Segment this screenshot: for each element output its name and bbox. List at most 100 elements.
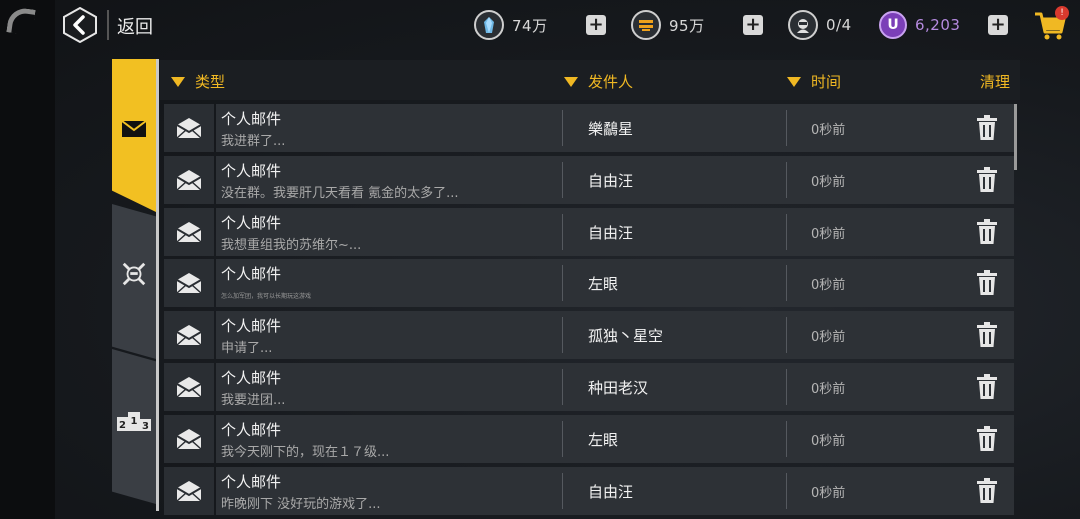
- tab-battle[interactable]: [112, 204, 156, 359]
- mail-row-body[interactable]: 个人邮件 申请了... 孤独丶星空 0秒前: [216, 311, 1014, 360]
- mail-row[interactable]: 个人邮件 昨晚刚下 没好玩的游戏了... 自由汪 0秒前: [164, 466, 1014, 515]
- delete-mail-button[interactable]: [976, 166, 998, 193]
- cart-badge: !: [1055, 6, 1069, 20]
- open-envelope-icon: [164, 363, 214, 411]
- podium-third: 3: [142, 421, 149, 432]
- sender-column-label: 发件人: [588, 73, 634, 91]
- gold-icon: [631, 10, 661, 40]
- time-column-label: 时间: [811, 73, 842, 91]
- delete-mail-button[interactable]: [976, 322, 998, 348]
- tab-divider: [156, 59, 159, 511]
- mail-row-body[interactable]: 个人邮件 我想重组我的苏维尔~... 自由汪 0秒前: [216, 207, 1014, 256]
- mail-title: 个人邮件: [221, 161, 282, 180]
- trash-icon: [976, 477, 998, 508]
- signal-arc-icon: [6, 6, 36, 36]
- open-envelope-icon: [164, 207, 214, 256]
- sort-arrow-icon: [171, 76, 185, 87]
- crystal-counter: 74万: [474, 9, 548, 41]
- mail-row-body[interactable]: 个人邮件怎么加军团，我可以长期玩这游戏 左眼 0秒前: [216, 259, 1014, 308]
- back-label[interactable]: 返回: [117, 13, 153, 39]
- type-column-label: 类型: [195, 73, 226, 91]
- add-gold-button[interactable]: +: [743, 15, 763, 35]
- mail-row-body[interactable]: 个人邮件 我要进团... 种田老汉 0秒前: [216, 363, 1014, 411]
- crystal-value: 74万: [512, 16, 548, 35]
- mail-screen: 返回 74万 + 95万 + 0/4 U 6,203 + ! 2 1 3 类型 …: [0, 0, 1080, 519]
- mail-row[interactable]: 个人邮件 没在群。我要肝几天看看 氪金的太多了... 自由汪 0秒前: [164, 155, 1014, 204]
- crystal-icon: [474, 10, 504, 40]
- trash-icon: [976, 270, 998, 300]
- column-separator: [786, 317, 787, 354]
- column-separator: [562, 369, 563, 405]
- mail-time: 0秒前: [811, 278, 846, 294]
- mail-sender: 种田老汉: [588, 379, 649, 397]
- mail-sender: 自由汪: [588, 223, 634, 242]
- delete-mail-button[interactable]: [976, 374, 998, 400]
- gold-value: 95万: [669, 16, 705, 35]
- mail-row-body[interactable]: 个人邮件 我进群了... 樂鷸星 0秒前: [216, 104, 1014, 152]
- mail-title: 个人邮件: [221, 472, 282, 491]
- pilot-icon: [788, 10, 818, 40]
- mail-time: 0秒前: [811, 485, 846, 501]
- column-separator: [562, 265, 563, 302]
- pilot-value: 0/4: [826, 16, 852, 34]
- mail-row-body[interactable]: 个人邮件 没在群。我要肝几天看看 氪金的太多了... 自由汪 0秒前: [216, 155, 1014, 204]
- mail-row[interactable]: 个人邮件怎么加军团，我可以长期玩这游戏 左眼 0秒前: [164, 259, 1014, 308]
- delete-mail-button[interactable]: [976, 477, 998, 504]
- delete-mail-button[interactable]: [976, 115, 998, 141]
- mail-preview: 申请了...: [221, 341, 273, 357]
- sort-by-time[interactable]: 时间: [787, 71, 841, 92]
- mail-title: 个人邮件: [221, 317, 282, 336]
- column-separator: [786, 265, 787, 302]
- sort-arrow-icon: [564, 76, 578, 87]
- mail-title: 个人邮件: [221, 265, 282, 284]
- mail-time: 0秒前: [811, 226, 846, 242]
- mail-preview: 我今天刚下的，现在１７级...: [221, 444, 390, 460]
- open-envelope-icon: [164, 466, 214, 515]
- delete-mail-button[interactable]: [976, 218, 998, 245]
- mail-preview: 怎么加军团，我可以长期玩这游戏: [221, 293, 312, 301]
- tab-ranking[interactable]: 2 1 3: [112, 349, 156, 504]
- mail-preview: 我进群了...: [221, 134, 286, 149]
- mail-row-body[interactable]: 个人邮件 昨晚刚下 没好玩的游戏了... 自由汪 0秒前: [216, 466, 1014, 515]
- column-separator: [786, 472, 787, 509]
- mail-sender: 左眼: [588, 275, 619, 294]
- column-separator: [562, 317, 563, 354]
- u-coin-value: 6,203: [915, 16, 961, 34]
- delete-mail-button[interactable]: [976, 425, 998, 452]
- mail-row[interactable]: 个人邮件 我今天刚下的，现在１７级... 左眼 0秒前: [164, 414, 1014, 463]
- mail-title: 个人邮件: [221, 213, 282, 232]
- mail-time: 0秒前: [811, 330, 846, 346]
- envelope-icon: [120, 115, 148, 143]
- open-envelope-icon: [164, 104, 214, 152]
- mail-row-body[interactable]: 个人邮件 我今天刚下的，现在１７级... 左眼 0秒前: [216, 414, 1014, 463]
- pilot-counter: 0/4: [788, 9, 852, 41]
- tab-mail[interactable]: [112, 59, 156, 212]
- column-separator: [786, 213, 787, 250]
- column-separator: [786, 110, 787, 146]
- mail-title: 个人邮件: [221, 420, 282, 439]
- open-envelope-icon: [164, 155, 214, 204]
- mail-row[interactable]: 个人邮件 我要进团... 种田老汉 0秒前: [164, 363, 1014, 411]
- scrollbar[interactable]: [1014, 104, 1017, 170]
- add-u-coin-button[interactable]: +: [988, 15, 1008, 35]
- sort-arrow-icon: [787, 76, 801, 87]
- clear-button[interactable]: 清理: [980, 71, 1010, 92]
- mail-row[interactable]: 个人邮件 我进群了... 樂鷸星 0秒前: [164, 104, 1014, 152]
- mail-row[interactable]: 个人邮件 申请了... 孤独丶星空 0秒前: [164, 311, 1014, 360]
- sort-by-type[interactable]: 类型: [171, 71, 225, 92]
- mail-time: 0秒前: [811, 174, 846, 190]
- mail-sender: 自由汪: [588, 482, 634, 501]
- mail-row[interactable]: 个人邮件 我想重组我的苏维尔~... 自由汪 0秒前: [164, 207, 1014, 256]
- back-button[interactable]: [62, 7, 98, 43]
- add-crystal-button[interactable]: +: [586, 15, 606, 35]
- mail-preview: 没在群。我要肝几天看看 氪金的太多了...: [221, 185, 459, 201]
- mail-title: 个人邮件: [221, 110, 282, 128]
- delete-mail-button[interactable]: [976, 270, 998, 296]
- u-coin-counter: U 6,203: [879, 9, 960, 41]
- mail-time: 0秒前: [811, 382, 846, 397]
- shop-cart-button[interactable]: !: [1033, 6, 1069, 42]
- sort-by-sender[interactable]: 发件人: [564, 71, 633, 92]
- column-separator: [786, 420, 787, 457]
- column-separator: [562, 472, 563, 509]
- trash-icon: [976, 425, 998, 456]
